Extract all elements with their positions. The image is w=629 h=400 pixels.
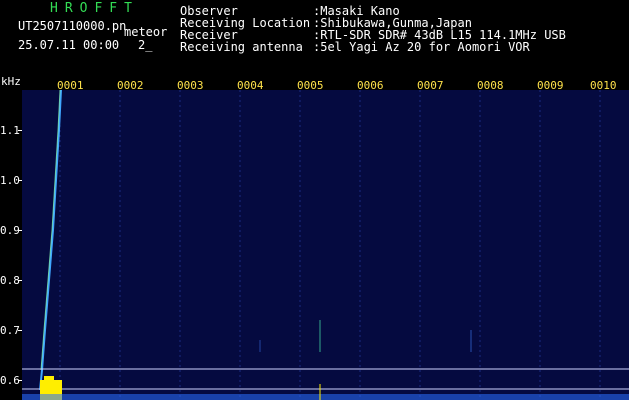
y-tick-label: 0.6: [0, 374, 20, 387]
meteor-burst-top: [44, 376, 54, 380]
y-tick-label: 1.0: [0, 174, 20, 187]
filename-label: UT2507110000.pn: [18, 19, 127, 33]
timestamp-label: 25.07.11 00:00: [18, 38, 120, 52]
spectrogram-svg: [22, 90, 629, 400]
app-brand: HROFFT: [50, 1, 139, 16]
y-tick-label: 0.9: [0, 224, 20, 237]
y-tick-label: 0.7: [0, 324, 20, 337]
count-label: 2_: [138, 38, 153, 52]
signal-trace-core: [40, 90, 61, 371]
axis-unit: kHz: [1, 75, 21, 88]
y-tick-label: 1.1: [0, 124, 20, 137]
y-tick-label: 0.8: [0, 274, 20, 287]
header-panel: HROFFT UT2507110000.pn meteor 25.07.11 0…: [0, 0, 629, 80]
antenna-value: :5el Yagi Az 20 for Aomori VOR: [313, 40, 530, 54]
antenna-label: Receiving antenna: [180, 40, 303, 54]
spectrogram-plot: [22, 90, 629, 400]
noise-floor: [22, 394, 629, 400]
